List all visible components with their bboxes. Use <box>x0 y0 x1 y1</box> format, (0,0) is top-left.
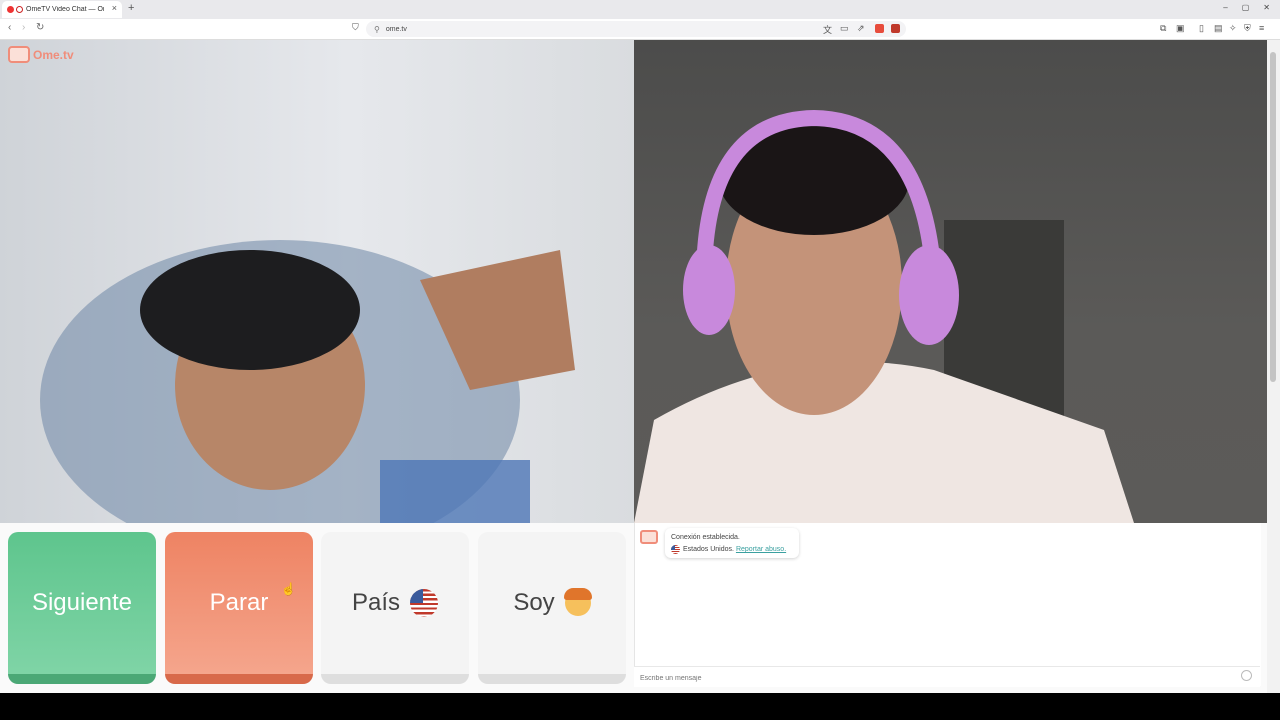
next-button-label: Siguiente <box>31 589 133 616</box>
stranger-country-line: Estados Unidos. Reportar abuso. <box>671 544 793 556</box>
bookmark-icon[interactable]: ⛉ <box>352 22 359 33</box>
rewards-icon[interactable] <box>891 24 900 33</box>
translate-icon[interactable]: 文 <box>823 23 832 36</box>
chat-panel: Conexión establecida. Estados Unidos. Re… <box>634 523 1261 686</box>
maximize-button[interactable]: ▢ <box>1242 3 1250 12</box>
face-icon <box>563 588 592 616</box>
close-window-button[interactable]: ✕ <box>1263 3 1270 12</box>
url-text: ome.tv <box>385 25 407 33</box>
vpn-icon[interactable]: ▤ <box>1214 23 1223 34</box>
country-button-label: País <box>351 589 401 616</box>
mouse-cursor-icon: ☝ <box>281 582 296 596</box>
back-icon[interactable]: ‹ <box>8 22 11 33</box>
sidebar-icon[interactable]: ▯ <box>1199 23 1204 34</box>
tab-title: OmeTV Video Chat — Omegle <box>26 6 104 13</box>
ometv-avatar-icon <box>640 530 658 544</box>
leo-icon[interactable]: ✧ <box>1229 23 1237 34</box>
browser-tab-bar: OmeTV Video Chat — Omegle × + – ▢ ✕ <box>0 0 1280 19</box>
tab-close-icon[interactable]: × <box>112 3 117 13</box>
chat-message-input[interactable] <box>634 668 1222 689</box>
self-video-frame <box>634 109 1134 523</box>
gender-button-label: Soy <box>513 589 555 616</box>
cast-icon[interactable]: ▭ <box>840 23 849 34</box>
logo-text: Ome.tv <box>33 47 74 62</box>
report-abuse-link[interactable]: Reportar abuso. <box>736 546 786 553</box>
country-button[interactable]: País <box>321 532 469 684</box>
scrollbar-thumb[interactable] <box>1270 52 1276 382</box>
address-bar: ‹ › ↻ ⛉ ⚲ ome.tv 文 ▭ ⇗ ⧉ ▣ ▯ ▤ ✧ ⛨ ≡ <box>0 19 1280 40</box>
us-flag-icon <box>410 589 439 617</box>
minimize-button[interactable]: – <box>1223 3 1227 12</box>
browser-tab[interactable]: OmeTV Video Chat — Omegle × <box>2 1 122 18</box>
connection-status: Conexión establecida. <box>671 534 740 541</box>
stop-button-label: Parar <box>209 589 269 616</box>
stranger-video-frame <box>40 240 575 523</box>
shield-icon[interactable]: ⛨ <box>1244 23 1251 34</box>
reload-icon[interactable]: ↻ <box>36 22 44 33</box>
ometv-logo[interactable]: Ome.tv <box>8 46 74 63</box>
wallet-icon[interactable]: ▣ <box>1176 23 1185 34</box>
brave-shield-icon[interactable] <box>875 24 884 33</box>
us-flag-icon <box>671 544 680 554</box>
share-icon[interactable]: ⇗ <box>857 23 865 34</box>
recording-icon <box>16 6 23 13</box>
page-scrollbar[interactable] <box>1267 40 1280 693</box>
site-info-icon[interactable]: ⚲ <box>374 25 380 34</box>
gender-button[interactable]: Soy <box>478 532 626 684</box>
stranger-country: Estados Unidos. <box>683 546 734 553</box>
window-controls: – ▢ ✕ <box>1223 3 1270 12</box>
new-tab-button[interactable]: + <box>128 2 134 14</box>
next-button[interactable]: Siguiente <box>8 532 156 684</box>
menu-icon[interactable]: ≡ <box>1259 23 1264 33</box>
tv-logo-icon <box>8 46 30 63</box>
stop-button[interactable]: Parar <box>165 532 313 684</box>
self-video <box>634 40 1267 523</box>
forward-icon[interactable]: › <box>22 22 25 33</box>
emoji-icon[interactable] <box>1241 670 1252 681</box>
chat-input-row <box>634 666 1260 689</box>
tab-favicon-icon <box>7 6 14 13</box>
stranger-video: Ome.tv <box>0 40 634 523</box>
extension-icon[interactable]: ⧉ <box>1160 23 1166 34</box>
system-message: Conexión establecida. Estados Unidos. Re… <box>665 528 799 558</box>
